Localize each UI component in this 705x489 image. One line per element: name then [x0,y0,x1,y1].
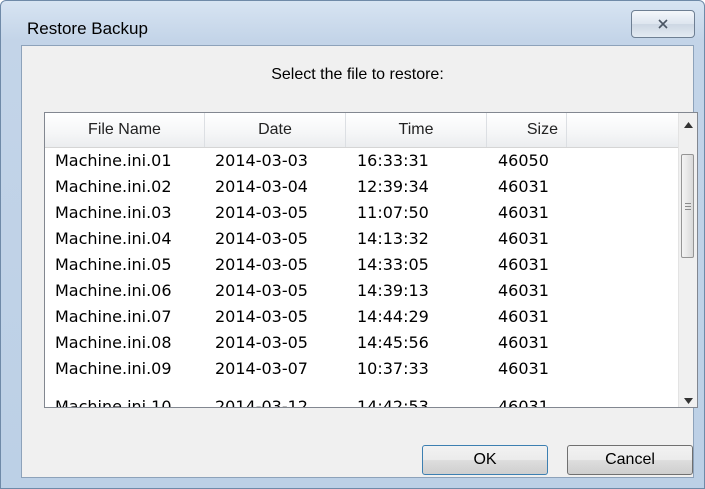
time-cell: 14:45:56 [357,333,429,352]
prompt-label: Select the file to restore: [271,66,444,83]
list-header: File Name Date Time Size [45,113,681,148]
scroll-up-arrow-icon [683,113,693,132]
column-header-file-name[interactable]: File Name [45,113,205,147]
table-row[interactable]: Machine.ini.01 2014-03-03 16:33:31 46050 [45,148,681,174]
file-name-cell: Machine.ini.07 [55,307,172,326]
file-name-cell: Machine.ini.10 [55,397,172,408]
table-row[interactable]: Machine.ini.04 2014-03-05 14:13:32 46031 [45,226,681,252]
dialog-body: Select the file to restore: File Name Da… [21,45,698,478]
table-row[interactable]: Machine.ini.10 2014-03-12 14:42:53 46031 [45,394,681,408]
size-cell: 46031 [498,281,549,300]
title-bar[interactable]: Restore Backup [1,1,704,45]
size-cell: 46031 [498,359,549,378]
date-cell: 2014-03-05 [215,333,308,352]
column-header-size[interactable]: Size [487,113,567,147]
time-cell: 14:33:05 [357,255,429,274]
close-icon [657,15,669,34]
size-cell: 46031 [498,229,549,248]
date-cell: 2014-03-03 [215,151,308,170]
scroll-up-button[interactable] [679,113,697,131]
size-cell: 46031 [498,333,549,352]
size-cell: 46050 [498,151,549,170]
column-header-filler [567,113,681,147]
window-title: Restore Backup [27,19,148,38]
backup-file-list[interactable]: File Name Date Time Size Machine.ini.01 … [44,112,698,408]
file-name-cell: Machine.ini.05 [55,255,172,274]
date-cell: 2014-03-05 [215,203,308,222]
grip-icon [684,202,691,210]
table-row[interactable]: Machine.ini.09 2014-03-07 10:37:33 46031 [45,356,681,382]
size-cell: 46031 [498,203,549,222]
date-cell: 2014-03-04 [215,177,308,196]
scrollbar-thumb[interactable] [681,154,694,258]
restore-backup-dialog: Restore Backup Select the file to restor… [0,0,705,489]
cancel-button[interactable]: Cancel [567,445,693,475]
size-cell: 46031 [498,307,549,326]
file-name-cell: Machine.ini.04 [55,229,172,248]
file-name-cell: Machine.ini.01 [55,151,172,170]
table-row[interactable]: Machine.ini.03 2014-03-05 11:07:50 46031 [45,200,681,226]
size-cell: 46031 [498,397,549,408]
date-cell: 2014-03-05 [215,255,308,274]
file-name-cell: Machine.ini.08 [55,333,172,352]
time-cell: 14:42:53 [357,397,429,408]
scroll-down-arrow-icon [683,389,693,408]
date-cell: 2014-03-05 [215,229,308,248]
file-name-cell: Machine.ini.03 [55,203,172,222]
table-row[interactable]: Machine.ini.05 2014-03-05 14:33:05 46031 [45,252,681,278]
date-cell: 2014-03-05 [215,281,308,300]
column-header-date[interactable]: Date [205,113,346,147]
size-cell: 46031 [498,255,549,274]
file-name-cell: Machine.ini.06 [55,281,172,300]
time-cell: 12:39:34 [357,177,429,196]
time-cell: 14:13:32 [357,229,429,248]
time-cell: 16:33:31 [357,151,429,170]
table-row[interactable]: Machine.ini.06 2014-03-05 14:39:13 46031 [45,278,681,304]
file-name-cell: Machine.ini.02 [55,177,172,196]
date-cell: 2014-03-12 [215,397,308,408]
table-row[interactable]: Machine.ini.07 2014-03-05 14:44:29 46031 [45,304,681,330]
time-cell: 10:37:33 [357,359,429,378]
column-header-time[interactable]: Time [346,113,487,147]
table-row[interactable]: Machine.ini.08 2014-03-05 14:45:56 46031 [45,330,681,356]
time-cell: 14:44:29 [357,307,429,326]
vertical-scrollbar[interactable] [678,113,697,407]
close-button[interactable] [631,10,695,38]
file-name-cell: Machine.ini.09 [55,359,172,378]
date-cell: 2014-03-07 [215,359,308,378]
list-rows: Machine.ini.01 2014-03-03 16:33:31 46050… [45,148,681,408]
time-cell: 14:39:13 [357,281,429,300]
table-row[interactable]: Machine.ini.02 2014-03-04 12:39:34 46031 [45,174,681,200]
ok-button[interactable]: OK [422,445,548,475]
scroll-down-button[interactable] [679,389,697,407]
time-cell: 11:07:50 [357,203,429,222]
date-cell: 2014-03-05 [215,307,308,326]
size-cell: 46031 [498,177,549,196]
